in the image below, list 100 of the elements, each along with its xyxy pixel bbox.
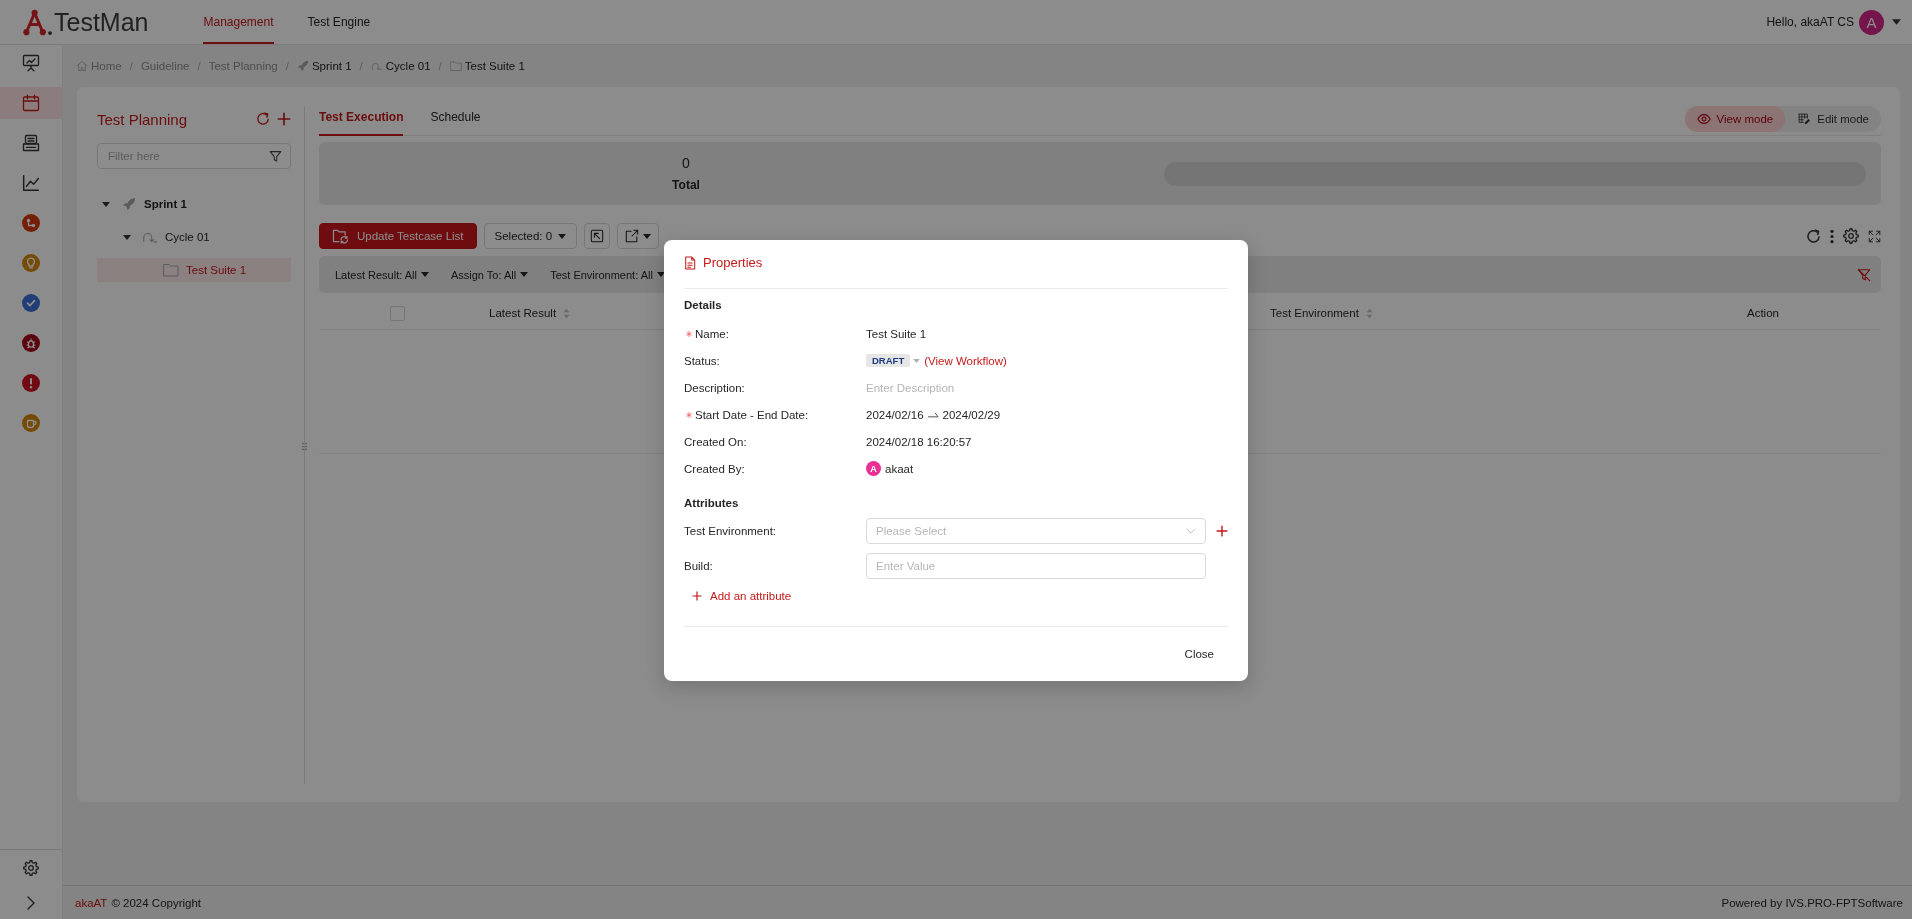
breadcrumb-separator: / [285,60,289,72]
view-workflow-link[interactable]: (View Workflow) [924,354,1007,367]
refresh-icon[interactable] [1806,228,1821,244]
arrow-square-button[interactable] [584,223,611,249]
checkbox[interactable] [389,305,405,321]
add-attribute-link[interactable]: Add an attribute [692,586,792,606]
section-title: Details [684,298,722,313]
description-field[interactable]: Enter Description [866,381,1066,394]
caret-icon[interactable] [1892,19,1901,25]
loop-arrow-icon [142,230,158,244]
loop-arrow-icon [370,60,383,72]
field-label: Name: [695,327,729,340]
plus-icon [692,591,702,601]
caret-icon [420,272,429,277]
breadcrumb-link[interactable]: Cycle 01 [370,60,431,72]
caret-icon [656,272,665,277]
breadcrumb-link[interactable]: Sprint 1 [296,60,352,72]
filter-dropdown[interactable]: Assign To: All [450,268,529,281]
column-header: Action [1746,307,1779,319]
alert-icon [22,374,40,392]
field-label: Created On: [684,435,747,448]
nav-tab[interactable]: Test Engine [307,0,371,44]
rocket-icon [296,60,309,72]
expand-icon[interactable] [1868,229,1881,243]
external-link-icon [625,229,640,243]
plus-icon[interactable] [277,112,291,126]
field-value: Test Suite 1 [866,327,927,340]
settings-icon[interactable] [1843,228,1859,244]
tab[interactable]: Test Execution [319,99,404,136]
field-label: Status: [684,354,720,367]
field-label: Description: [684,381,745,394]
status-tag[interactable]: DRAFT [866,354,911,367]
close-button[interactable]: Close [1170,642,1228,666]
line-chart-icon [22,174,40,192]
breadcrumb-separator: / [129,60,133,72]
update-testcase-list-button[interactable]: Update Testcase List [319,223,477,249]
field-label: Build: [684,560,713,572]
user-avatar[interactable]: A [1859,9,1884,35]
mode-option[interactable]: View mode [1684,106,1786,132]
field-value: 2024/02/18 16:20:57 [866,435,972,448]
caret-icon[interactable] [123,234,131,240]
settings-icon[interactable] [23,860,39,876]
tab[interactable]: Schedule [430,99,481,136]
drag-handle-icon[interactable] [302,442,307,451]
check-circle-icon [22,294,40,312]
rocket-icon [121,197,137,211]
refresh-icon[interactable] [256,112,270,126]
filter-dropdown[interactable]: Latest Result: All [335,268,429,281]
caret-icon [558,233,567,239]
plus-icon[interactable] [1216,525,1228,537]
total-count: 0 [682,155,690,171]
caret-icon[interactable] [102,201,110,207]
chevron-down-icon [1186,528,1196,534]
user-avatar: A [866,461,881,476]
greeting-text: Hello, akaAT CS [1766,15,1854,29]
eye-icon [1696,113,1711,125]
clear-filter-icon[interactable] [1857,267,1871,282]
powered-by-text: Powered by IVS.PRO-FPTSoftware [1721,896,1903,909]
text-field[interactable]: Enter Value [866,553,1206,579]
printer-icon [22,134,40,152]
sidebar-item[interactable] [0,87,62,119]
field-label: Start Date - End Date: [695,408,809,421]
lightbulb-icon [22,254,40,272]
field-label: Created By: [684,462,745,475]
selection-dropdown-button[interactable]: Selected: 0 [483,223,578,249]
export-dropdown-button[interactable] [617,223,660,249]
brand-link[interactable]: akaAT [75,896,108,909]
tree-item[interactable]: Test Suite 1 [97,258,291,282]
caret-icon [520,272,529,277]
folder-icon [449,60,462,72]
breadcrumb-separator: / [359,60,363,72]
column-header[interactable]: Latest Result [475,307,571,319]
arrow-square-icon [590,229,605,243]
folder-sync-icon [332,228,349,244]
column-header[interactable]: Test Environment [1256,307,1373,319]
mode-option[interactable]: Edit mode [1785,106,1881,132]
arrow-right-icon [927,411,939,418]
end-date-value[interactable]: 2024/02/29 [942,408,1001,421]
filter-icon[interactable] [269,149,282,163]
start-date-value[interactable]: 2024/02/16 [866,408,924,421]
nav-tab[interactable]: Management [203,0,274,44]
dialog-title: Properties [703,255,763,270]
more-icon[interactable] [1830,228,1834,244]
tree-item[interactable]: Sprint 1 [97,192,291,216]
tree-item[interactable]: Cycle 01 [97,225,291,249]
field-label: Test Environment: [684,525,777,537]
filter-dropdown[interactable]: Test Environment: All [550,268,665,281]
folder-icon [163,263,179,277]
breadcrumb-separator: / [438,60,442,72]
caret-icon [643,233,652,239]
chevron-right-icon[interactable] [27,895,35,910]
breadcrumb-link[interactable]: Test Suite 1 [449,60,525,72]
copyright-text: © 2024 Copyright [111,896,202,909]
cup-icon [22,414,40,432]
logo-icon [22,8,53,36]
branch-icon [22,214,40,232]
home-icon [76,60,88,72]
bug-icon [22,334,40,352]
logo-text: TestMan [54,7,149,37]
section-title: Attributes [684,496,739,511]
